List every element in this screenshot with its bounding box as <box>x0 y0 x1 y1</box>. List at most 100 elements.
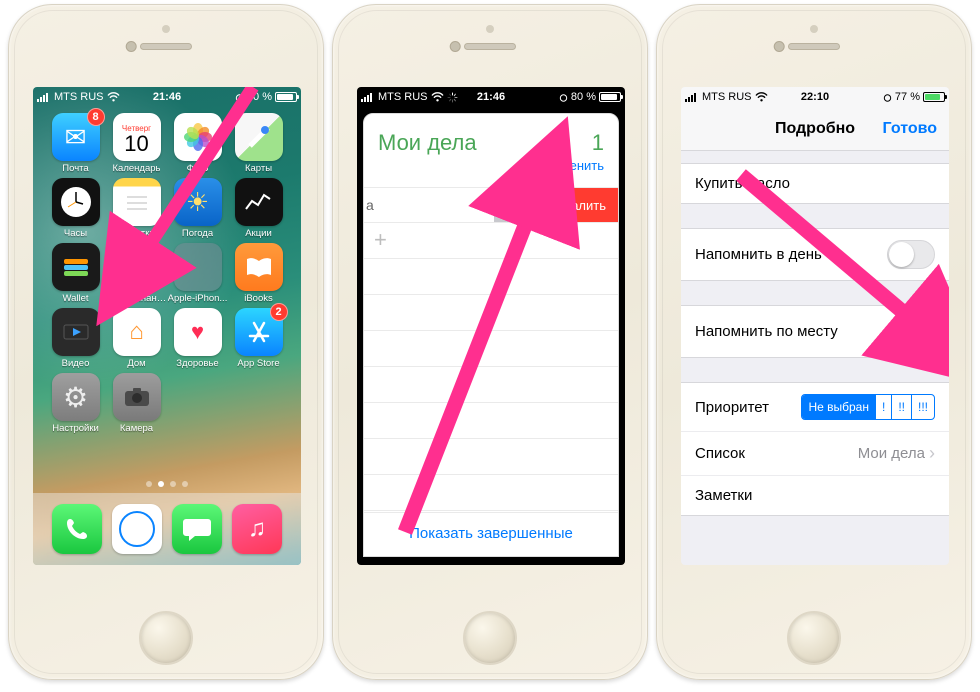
nav-title: Подробно <box>775 120 855 138</box>
remind-day-group: Напомнить в день <box>681 228 949 281</box>
appstore-icon <box>246 319 272 345</box>
ibooks-icon <box>244 255 274 279</box>
app-mail[interactable]: ✉8Почта <box>45 113 106 174</box>
priority-none[interactable]: Не выбран <box>802 395 875 419</box>
notes-icon <box>124 192 150 212</box>
app-wallet[interactable]: Wallet <box>45 243 106 304</box>
battery-percent: 80 % <box>571 91 596 103</box>
maps-location-icon <box>244 122 274 152</box>
wifi-icon <box>107 92 120 102</box>
nav-bar: Подробно Готово <box>681 107 949 151</box>
home-button-icon[interactable] <box>463 611 517 665</box>
battery-percent: 80 % <box>247 91 272 103</box>
signal-bars-icon <box>685 92 699 102</box>
priority-list-notes-group: Приоритет Не выбран ! !! !!! Список Мои … <box>681 382 949 516</box>
app-phone[interactable] <box>52 504 102 554</box>
battery-icon <box>275 92 297 102</box>
priority-high[interactable]: !!! <box>911 395 934 419</box>
priority-segmented[interactable]: Не выбран ! !! !!! <box>801 394 935 420</box>
reminders-header: Мои дела 1 Изменить <box>364 114 618 173</box>
status-bar: MTS RUS 22:10 77 % <box>681 87 949 107</box>
appstore-badge: 2 <box>270 303 288 321</box>
app-weather[interactable]: ☀Погода <box>167 178 228 239</box>
battery-percent: 77 % <box>895 91 920 103</box>
carrier-label: MTS RUS <box>702 91 752 103</box>
app-health[interactable]: ♥Здоровье <box>167 308 228 369</box>
swipe-actions: Еще Удалить <box>494 188 618 222</box>
reminders-rows: а Еще Удалить + <box>364 187 618 512</box>
priority-low[interactable]: ! <box>875 395 891 419</box>
delete-button[interactable]: Удалить <box>544 188 618 222</box>
add-icon: + <box>374 227 387 253</box>
list-count: 1 <box>592 130 604 156</box>
app-folder[interactable]: Apple-iPhon... <box>167 243 228 304</box>
app-camera[interactable]: Камера <box>106 373 167 434</box>
speech-bubble-icon <box>182 515 212 543</box>
alarm-icon <box>559 93 568 102</box>
title-group: Купить масло <box>681 163 949 204</box>
reminders-screen: MTS RUS 21:46 80 % Мои дела 1 Изменить <box>357 87 625 565</box>
priority-row[interactable]: Приоритет Не выбран ! !! !!! <box>681 383 949 431</box>
page-indicator[interactable] <box>33 481 301 487</box>
camera-icon <box>122 385 152 409</box>
phone-reminders-list: MTS RUS 21:46 80 % Мои дела 1 Изменить <box>332 4 648 680</box>
app-music[interactable]: ♫ <box>232 504 282 554</box>
notes-row[interactable]: Заметки <box>681 475 949 515</box>
list-value: Мои дела <box>858 445 925 462</box>
edit-button[interactable]: Изменить <box>545 158 604 173</box>
done-button[interactable]: Готово <box>883 120 937 138</box>
signal-bars-icon <box>361 92 375 102</box>
photos-icon <box>183 122 213 152</box>
empty-row <box>364 259 618 295</box>
app-stocks[interactable]: Акции <box>228 178 289 239</box>
app-ibooks[interactable]: iBooks <box>228 243 289 304</box>
chevron-right-icon: › <box>929 443 935 464</box>
reminder-row[interactable]: а Еще Удалить <box>364 187 618 223</box>
reminders-icon <box>113 243 161 291</box>
list-title: Мои дела <box>378 130 477 156</box>
dock: ♫ <box>33 493 301 565</box>
app-calendar[interactable]: Четверг10Календарь <box>106 113 167 174</box>
home-screen-grid: ✉8Почта Четверг10Календарь Фото Карты Ча… <box>33 113 301 434</box>
app-clock[interactable]: Часы <box>45 178 106 239</box>
loading-spinner-icon <box>447 92 458 103</box>
remind-day-toggle[interactable] <box>887 240 935 269</box>
remind-location-toggle[interactable] <box>887 317 935 346</box>
remind-on-day-row[interactable]: Напомнить в день <box>681 229 949 280</box>
more-button[interactable]: Еще <box>494 188 544 222</box>
app-messages[interactable] <box>172 504 222 554</box>
wifi-icon <box>431 92 444 102</box>
app-notes[interactable]: Заметки <box>106 178 167 239</box>
phone-reminder-details: MTS RUS 22:10 77 % Подробно Готово Купит… <box>656 4 972 680</box>
priority-med[interactable]: !! <box>891 395 911 419</box>
list-row[interactable]: Список Мои дела › <box>681 431 949 475</box>
home-button-icon[interactable] <box>787 611 841 665</box>
app-home[interactable]: ⌂Дом <box>106 308 167 369</box>
battery-icon <box>599 92 621 102</box>
status-bar: MTS RUS 21:46 80 % <box>33 87 301 107</box>
app-safari[interactable] <box>112 504 162 554</box>
phone-home-screen: MTS RUS 21:46 80 % ✉8Почта Четверг10Кале… <box>8 4 324 680</box>
app-photos[interactable]: Фото <box>167 113 228 174</box>
details-screen: MTS RUS 22:10 77 % Подробно Готово Купит… <box>681 87 949 565</box>
remind-location-group: Напомнить по месту <box>681 305 949 358</box>
remind-at-location-row[interactable]: Напомнить по месту <box>681 306 949 357</box>
app-appstore[interactable]: 2App Store <box>228 308 289 369</box>
phone-handset-icon <box>64 516 90 542</box>
app-settings[interactable]: ⚙Настройки <box>45 373 106 434</box>
empty-row[interactable]: + <box>364 223 618 259</box>
reminder-title-field[interactable]: Купить масло <box>681 164 949 203</box>
battery-icon <box>923 92 945 102</box>
stocks-icon <box>244 191 274 213</box>
carrier-label: MTS RUS <box>54 91 104 103</box>
compass-icon <box>117 509 157 549</box>
wifi-icon <box>755 92 768 102</box>
app-videos[interactable]: Видео <box>45 308 106 369</box>
show-completed-button[interactable]: Показать завершенные <box>364 512 618 556</box>
status-bar: MTS RUS 21:46 80 % <box>357 87 625 107</box>
app-reminders[interactable]: Напоминания <box>106 243 167 304</box>
home-screen: MTS RUS 21:46 80 % ✉8Почта Четверг10Кале… <box>33 87 301 565</box>
home-button-icon[interactable] <box>139 611 193 665</box>
app-maps[interactable]: Карты <box>228 113 289 174</box>
clock-icon <box>58 184 94 220</box>
